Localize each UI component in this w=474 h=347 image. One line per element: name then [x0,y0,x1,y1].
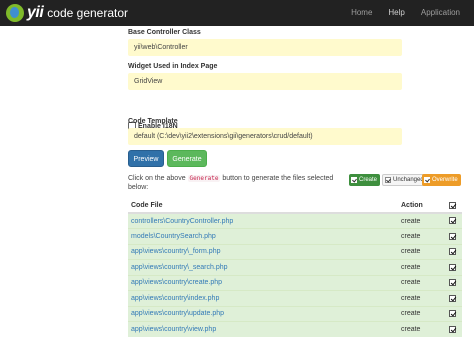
code-files-table: Code File Action controllers\CountryCont… [128,199,462,337]
file-checkbox[interactable] [449,310,456,318]
legend-overwrite-label: Overwrite [432,177,458,183]
select-cell [446,274,462,291]
action-cell: create [398,212,446,229]
file-checkbox[interactable] [449,279,456,287]
action-cell: create [398,290,446,306]
widget-label: Widget Used in Index Page [128,63,218,70]
code-file-link[interactable]: app\views\country\create.php [128,274,398,291]
table-row: app\views\country\_form.php create [128,243,462,260]
nav-home-link[interactable]: Home [343,0,380,26]
select-all-header [446,199,462,214]
select-cell [446,259,462,275]
nav-help-link[interactable]: Help [380,0,412,26]
action-header: Action [398,199,446,214]
code-file-link[interactable]: app\views\country\_search.php [128,259,398,275]
code-file-link[interactable]: app\views\country\_form.php [128,243,398,260]
select-cell [446,228,462,244]
table-row: models\CountrySearch.php create [128,228,462,244]
file-checkbox[interactable] [449,325,456,333]
widget-field[interactable]: GridView [128,73,402,90]
brand[interactable]: yii code generator [6,2,128,24]
code-file-link[interactable]: app\views\country\view.php [128,321,398,337]
action-cell: create [398,243,446,260]
select-cell [446,290,462,306]
select-cell [446,321,462,337]
table-row: app\views\country\_search.php create [128,259,462,275]
code-template-label: Code Template [128,118,178,125]
brand-title: code generator [47,6,129,20]
legend-create-toggle[interactable]: Create [349,174,381,186]
action-cell: create [398,305,446,322]
file-checkbox[interactable] [449,248,456,256]
legend-overwrite-toggle[interactable]: Overwrite [422,174,461,186]
preview-button[interactable]: Preview [128,150,164,167]
file-checkbox[interactable] [449,232,456,240]
legend-create-label: Create [359,177,378,183]
table-row: app\views\country\create.php create [128,274,462,291]
code-file-link[interactable]: app\views\country\update.php [128,305,398,322]
action-cell: create [398,321,446,337]
legend-unchanged-label: Unchanged [393,177,424,183]
table-row: app\views\country\index.php create [128,290,462,306]
check-icon [424,177,430,183]
table-row: app\views\country\view.php create [128,321,462,337]
action-cell: create [398,259,446,275]
help-text-before: Click on the above [128,175,188,182]
check-icon [385,177,391,183]
code-template-field[interactable]: default (C:\dev\yii2\extensions\gii\gene… [128,128,402,145]
select-cell [446,305,462,322]
select-cell [446,212,462,229]
action-cell: create [398,274,446,291]
navbar: yii code generator Home Help Application [0,0,474,26]
code-file-link[interactable]: models\CountrySearch.php [128,228,398,244]
code-file-link[interactable]: app\views\country\index.php [128,290,398,306]
table-row: app\views\country\update.php create [128,305,462,322]
file-checkbox[interactable] [449,294,456,302]
code-file-link[interactable]: controllers\CountryController.php [128,212,398,229]
file-checkbox[interactable] [449,217,456,225]
check-icon [351,177,357,183]
select-cell [446,243,462,260]
code-file-header: Code File [128,199,398,214]
yii-logo-icon [6,4,24,22]
generate-button[interactable]: Generate [167,150,207,167]
table-header-row: Code File Action [128,199,462,214]
base-controller-field[interactable]: yii\web\Controller [128,39,402,56]
legend-unchanged-toggle[interactable]: Unchanged [382,174,428,186]
nav-application-link[interactable]: Application [413,0,468,26]
action-cell: create [398,228,446,244]
table-row: controllers\CountryController.php create [128,212,462,229]
top-nav: Home Help Application [343,0,468,26]
help-text: Click on the above Generate button to ge… [128,174,343,192]
base-controller-label: Base Controller Class [128,29,201,36]
brand-logo-text: yii [27,4,44,21]
file-checkbox[interactable] [449,263,456,271]
help-text-code: Generate [187,175,221,182]
select-all-checkbox[interactable] [449,201,456,209]
